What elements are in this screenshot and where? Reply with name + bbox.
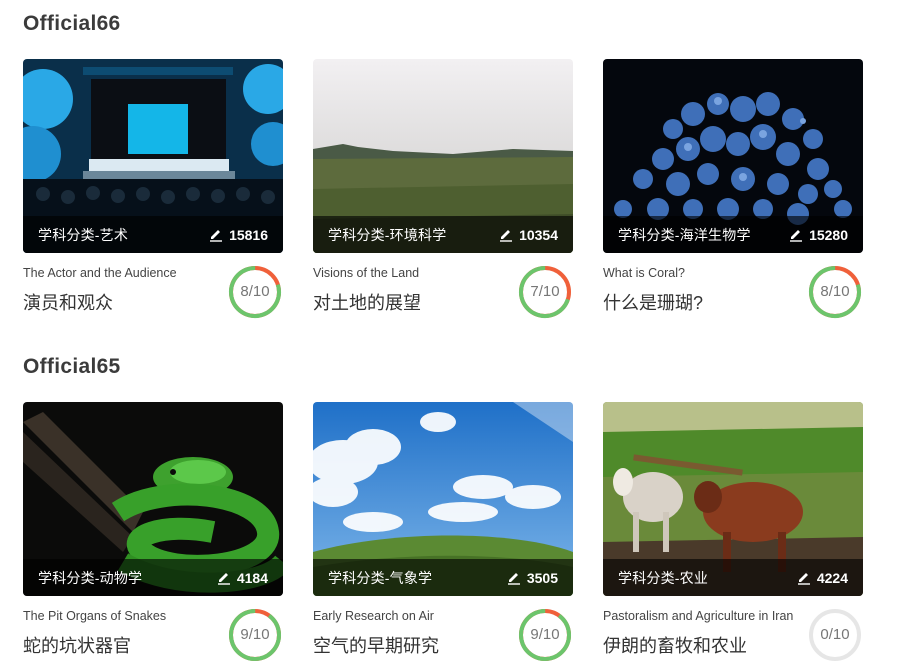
article-card[interactable]: 学科分类-海洋生物学 15280 What is Coral? 什么是珊瑚? 8… xyxy=(603,59,863,329)
card-thumbnail[interactable]: 学科分类-海洋生物学 15280 xyxy=(603,59,863,253)
pencil-icon xyxy=(790,229,803,242)
article-card[interactable]: 学科分类-艺术 15816 The Actor and the Audience… xyxy=(23,59,283,329)
count-badge: 15280 xyxy=(789,227,848,243)
card-thumbnail[interactable]: 学科分类-动物学 4184 xyxy=(23,402,283,596)
category-label: 学科分类-气象学 xyxy=(328,569,433,586)
score-value: 9/10 xyxy=(530,626,560,643)
card-overlay: 学科分类-动物学 4184 xyxy=(23,559,283,596)
count-badge: 4224 xyxy=(797,570,848,586)
card-thumbnail[interactable]: 学科分类-环境科学 10354 xyxy=(313,59,573,253)
count-value: 4184 xyxy=(236,569,268,586)
count-value: 3505 xyxy=(526,569,558,586)
card-thumbnail[interactable]: 学科分类-艺术 15816 xyxy=(23,59,283,253)
card-overlay: 学科分类-气象学 3505 xyxy=(313,559,573,596)
article-card[interactable]: 学科分类-气象学 3505 Early Research on Air 空气的早… xyxy=(313,402,573,672)
score-value: 8/10 xyxy=(240,283,270,300)
pencil-icon xyxy=(500,229,513,242)
article-card[interactable]: 学科分类-动物学 4184 The Pit Organs of Snakes 蛇… xyxy=(23,402,283,672)
pencil-icon xyxy=(210,229,223,242)
card-grid: 学科分类-动物学 4184 The Pit Organs of Snakes 蛇… xyxy=(23,402,883,672)
pencil-icon xyxy=(797,572,810,585)
score-ring: 9/10 xyxy=(228,608,282,662)
score-ring: 9/10 xyxy=(518,608,572,662)
count-value: 4224 xyxy=(816,569,848,586)
article-card[interactable]: 学科分类-环境科学 10354 Visions of the Land 对土地的… xyxy=(313,59,573,329)
count-badge: 4184 xyxy=(217,570,268,586)
article-card[interactable]: 学科分类-农业 4224 Pastoralism and Agriculture… xyxy=(603,402,863,672)
count-value: 15816 xyxy=(229,226,268,243)
score-value: 9/10 xyxy=(240,626,270,643)
card-grid: 学科分类-艺术 15816 The Actor and the Audience… xyxy=(23,59,883,329)
score-value: 0/10 xyxy=(820,626,850,643)
category-label: 学科分类-动物学 xyxy=(38,569,143,586)
category-label: 学科分类-环境科学 xyxy=(328,226,447,243)
category-label: 学科分类-艺术 xyxy=(38,226,129,243)
score-ring: 8/10 xyxy=(808,265,862,319)
section-title: Official66 xyxy=(23,12,121,35)
card-overlay: 学科分类-农业 4224 xyxy=(603,559,863,596)
section-title: Official65 xyxy=(23,355,121,378)
score-ring: 7/10 xyxy=(518,265,572,319)
card-thumbnail[interactable]: 学科分类-气象学 3505 xyxy=(313,402,573,596)
count-badge: 3505 xyxy=(507,570,558,586)
card-overlay: 学科分类-海洋生物学 15280 xyxy=(603,216,863,253)
score-ring: 0/10 xyxy=(808,608,862,662)
category-label: 学科分类-海洋生物学 xyxy=(618,226,751,243)
section-official66: Official66 学科分类-艺术 15816 The Actor and t… xyxy=(23,10,883,329)
category-label: 学科分类-农业 xyxy=(618,569,709,586)
score-ring: 8/10 xyxy=(228,265,282,319)
pencil-icon xyxy=(507,572,520,585)
card-overlay: 学科分类-环境科学 10354 xyxy=(313,216,573,253)
pencil-icon xyxy=(217,572,230,585)
score-value: 8/10 xyxy=(820,283,850,300)
count-badge: 10354 xyxy=(499,227,558,243)
count-value: 15280 xyxy=(809,226,848,243)
count-badge: 15816 xyxy=(209,227,268,243)
card-overlay: 学科分类-艺术 15816 xyxy=(23,216,283,253)
card-thumbnail[interactable]: 学科分类-农业 4224 xyxy=(603,402,863,596)
section-official65: Official65 学科分类-动物学 4184 The Pit Organs … xyxy=(23,353,883,672)
count-value: 10354 xyxy=(519,226,558,243)
score-value: 7/10 xyxy=(530,283,560,300)
